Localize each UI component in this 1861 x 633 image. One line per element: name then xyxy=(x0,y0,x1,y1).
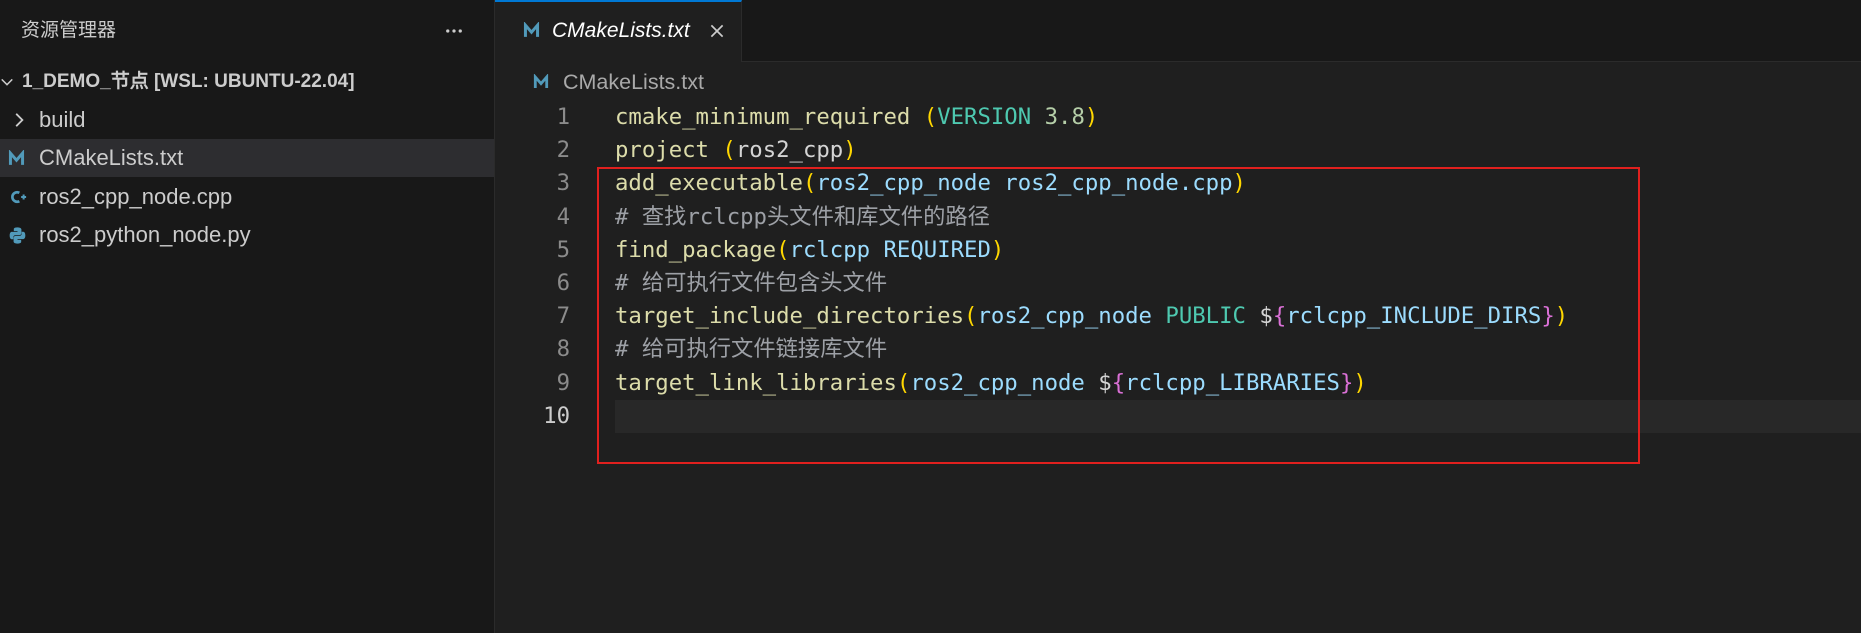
code-token-paren: ) xyxy=(1353,369,1367,396)
code-token-plain: ros2_cpp xyxy=(735,137,844,164)
tab-label: CMakeLists.txt xyxy=(552,19,690,42)
code-token-number: 3.8 xyxy=(1044,104,1085,130)
cpp-icon xyxy=(8,188,28,211)
code-token-function: target_link_libraries xyxy=(615,369,897,396)
sidebar-title: 资源管理器 xyxy=(21,20,117,41)
code-token-comment: # 给可执行文件链接库文件 xyxy=(615,336,888,363)
code-token-function: add_executable xyxy=(615,170,803,197)
chevron-right-icon xyxy=(10,111,28,134)
code-token-argument: rclcpp_LIBRARIES xyxy=(1125,369,1340,396)
line-number: 2 xyxy=(556,137,570,164)
code-token-paren: ) xyxy=(843,137,857,164)
code-token-function: project xyxy=(615,137,723,164)
code-token-paren: ) xyxy=(1554,303,1569,330)
code-text[interactable]: target_link_libraries(ros2_cpp_node ${rc… xyxy=(615,367,1861,400)
code-text[interactable] xyxy=(615,399,1861,433)
tree-item-label: ros2_cpp_node.cpp xyxy=(39,184,233,209)
breadcrumb-label: CMakeLists.txt xyxy=(563,70,704,94)
code-line[interactable]: 4 # 查找rclcpp头文件和库文件的路径 xyxy=(495,201,1861,234)
code-token-brace: } xyxy=(1541,303,1555,330)
tree-item-label: build xyxy=(39,107,86,132)
cmake-icon xyxy=(7,149,26,172)
more-actions-icon[interactable] xyxy=(443,21,465,41)
code-token-paren: ) xyxy=(1232,170,1246,197)
code-line[interactable]: 8 # 给可执行文件链接库文件 xyxy=(495,333,1861,366)
code-line[interactable]: 2 project (ros2_cpp) xyxy=(495,134,1861,167)
code-token-comment: # 给可执行文件包含头文件 xyxy=(615,270,888,296)
code-token-function: target_include_directories xyxy=(615,303,965,330)
code-line[interactable]: 5 find_package(rclcpp REQUIRED) xyxy=(495,234,1861,267)
tree-item-build-folder[interactable]: build xyxy=(0,101,494,139)
line-number: 9 xyxy=(556,369,570,396)
line-number: 8 xyxy=(556,336,570,363)
code-token-plain: $ xyxy=(1245,303,1273,330)
line-number: 6 xyxy=(556,270,570,296)
line-number: 1 xyxy=(556,104,570,130)
code-token-paren: ( xyxy=(802,170,817,197)
code-token-function: cmake_minimum_required xyxy=(615,104,924,130)
code-line[interactable]: 10 xyxy=(495,399,1861,433)
workspace-label: 1_DEMO_节点 [WSL: UBUNTU-22.04] xyxy=(22,71,355,92)
code-token-paren: ) xyxy=(990,236,1005,263)
code-editor[interactable]: 1 cmake_minimum_required (VERSION 3.8) 2 pr… xyxy=(495,101,1861,521)
code-text[interactable]: # 给可执行文件包含头文件 xyxy=(615,267,1861,300)
code-line[interactable]: 7 target_include_directories(ros2_cpp_nod… xyxy=(495,300,1861,333)
close-icon[interactable] xyxy=(708,22,726,40)
code-text[interactable]: cmake_minimum_required (VERSION 3.8) xyxy=(615,101,1861,134)
code-token-keyword: PUBLIC xyxy=(1165,303,1246,330)
code-token-paren: ( xyxy=(923,104,938,130)
code-line[interactable]: 1 cmake_minimum_required (VERSION 3.8) xyxy=(495,101,1861,134)
tree-item-python-file[interactable]: ros2_python_node.py xyxy=(0,216,494,254)
code-token-paren: ( xyxy=(896,369,911,396)
code-text[interactable]: find_package(rclcpp REQUIRED) xyxy=(615,234,1861,267)
line-number: 5 xyxy=(556,236,570,263)
code-token-paren: ) xyxy=(1084,104,1099,130)
code-line[interactable]: 6 # 给可执行文件包含头文件 xyxy=(495,267,1861,300)
explorer-sidebar: 资源管理器 1_DEMO_节点 [WSL: UBUNTU-22.04] buil… xyxy=(0,0,495,633)
code-token-plain: $ xyxy=(1098,369,1112,396)
chevron-down-icon xyxy=(0,75,14,94)
code-token-argument: rclcpp_INCLUDE_DIRS xyxy=(1286,303,1542,330)
cmake-icon xyxy=(532,73,550,90)
line-number: 4 xyxy=(556,203,570,230)
code-token-paren: ( xyxy=(776,236,790,263)
code-token-paren: ( xyxy=(722,137,736,164)
code-token-brace: { xyxy=(1111,369,1126,396)
code-token-argument: ros2_cpp_node xyxy=(977,303,1166,330)
code-text[interactable]: # 查找rclcpp头文件和库文件的路径 xyxy=(615,201,1861,234)
tree-item-cmakelists[interactable]: CMakeLists.txt xyxy=(0,139,494,177)
breadcrumb: CMakeLists.txt xyxy=(495,62,1861,102)
code-token-argument: ros2_cpp_node ros2_cpp_node.cpp xyxy=(816,170,1233,197)
code-token-comment: # 查找rclcpp头文件和库文件的路径 xyxy=(615,203,990,230)
tree-item-cpp-file[interactable]: ros2_cpp_node.cpp xyxy=(0,178,494,216)
line-number: 7 xyxy=(556,303,570,330)
workspace-folder-header[interactable]: 1_DEMO_节点 [WSL: UBUNTU-22.04] xyxy=(0,63,494,101)
line-number: 10 xyxy=(543,402,570,429)
code-token-keyword: VERSION xyxy=(937,104,1045,130)
tree-item-label: ros2_python_node.py xyxy=(39,222,251,247)
code-text[interactable]: # 给可执行文件链接库文件 xyxy=(615,333,1861,366)
breadcrumb-item-file[interactable]: CMakeLists.txt xyxy=(495,62,755,102)
code-token-argument: rclcpp REQUIRED xyxy=(789,236,991,263)
code-line[interactable]: 9 target_link_libraries(ros2_cpp_node ${r… xyxy=(495,367,1861,400)
cmake-icon xyxy=(522,21,541,39)
code-token-argument: ros2_cpp_node xyxy=(910,369,1099,396)
code-line[interactable]: 3 add_executable(ros2_cpp_node ros2_cpp_n… xyxy=(495,167,1861,200)
tree-item-label: CMakeLists.txt xyxy=(39,145,184,170)
code-text[interactable]: add_executable(ros2_cpp_node ros2_cpp_no… xyxy=(615,167,1861,200)
code-text[interactable]: project (ros2_cpp) xyxy=(615,134,1861,167)
code-text[interactable]: target_include_directories(ros2_cpp_node… xyxy=(615,300,1861,333)
editor-tab-bar: CMakeLists.txt xyxy=(495,0,1861,62)
code-token-brace: } xyxy=(1339,369,1354,396)
code-token-function: find_package xyxy=(615,236,777,263)
line-number: 3 xyxy=(556,170,570,197)
python-icon xyxy=(8,226,27,250)
code-token-brace: { xyxy=(1272,303,1287,330)
tab-cmakelists[interactable]: CMakeLists.txt xyxy=(495,0,742,62)
code-token-paren: ( xyxy=(964,303,978,330)
